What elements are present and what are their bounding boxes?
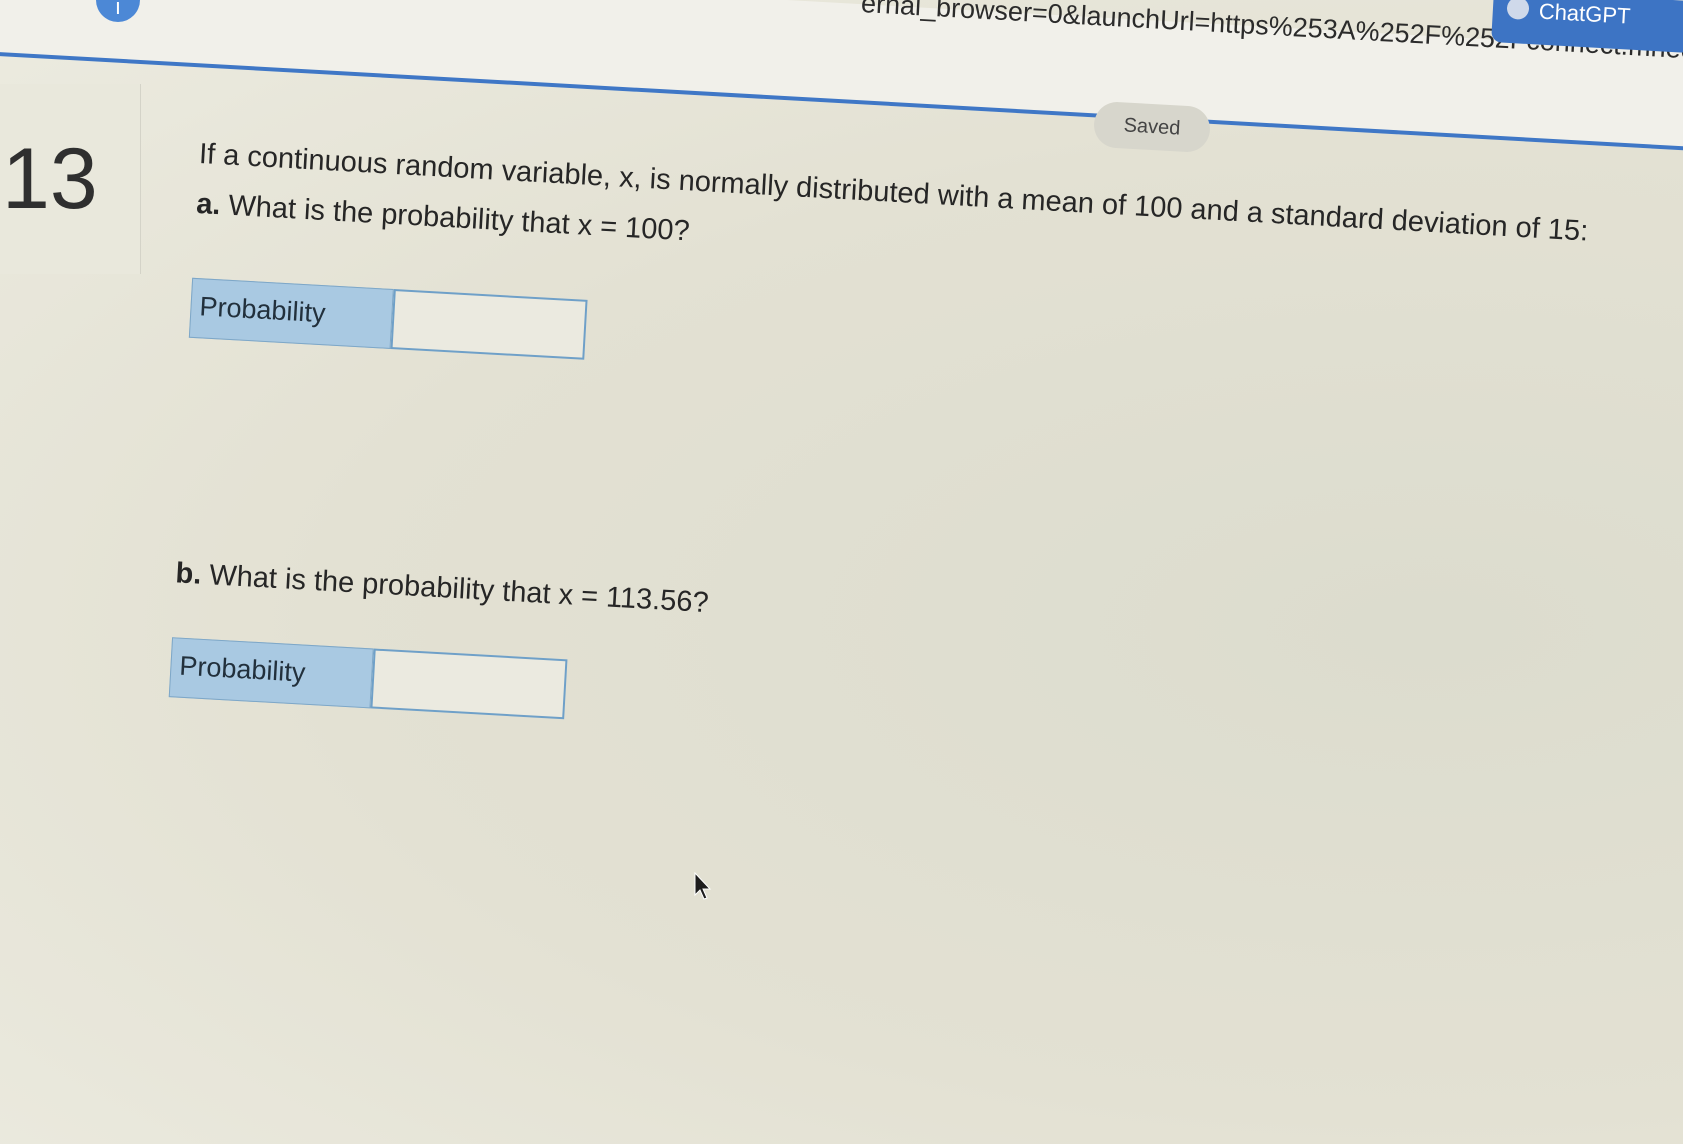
- part-b-question: b. What is the probability that x = 113.5…: [175, 557, 710, 620]
- mouse-pointer-icon: [694, 872, 712, 900]
- part-a-mark: a.: [195, 187, 222, 222]
- question-content: If a continuous random variable, x, is n…: [168, 138, 1598, 720]
- part-a-text: What is the probability that x = 100?: [227, 189, 691, 248]
- part-b-text: What is the probability that x = 113.56?: [208, 559, 710, 620]
- chatgpt-logo-icon: [1506, 0, 1530, 20]
- part-b-answer-row: Probability: [168, 637, 568, 720]
- part-b-answer-label: Probability: [168, 637, 374, 709]
- part-a-question: a. What is the probability that x = 100?: [195, 188, 690, 249]
- part-a-probability-input[interactable]: [390, 289, 588, 360]
- question-number: 13: [2, 131, 98, 227]
- part-b-probability-input[interactable]: [370, 648, 568, 720]
- part-a-answer-row: Probability: [188, 277, 588, 360]
- part-b-mark: b.: [174, 557, 203, 591]
- chatgpt-label: ChatGPT: [1538, 0, 1632, 29]
- saved-status-badge: Saved: [1092, 100, 1212, 154]
- part-a-answer-label: Probability: [188, 277, 394, 349]
- screen: ernal_browser=0&launchUrl=https%253A%252…: [0, 0, 1683, 1144]
